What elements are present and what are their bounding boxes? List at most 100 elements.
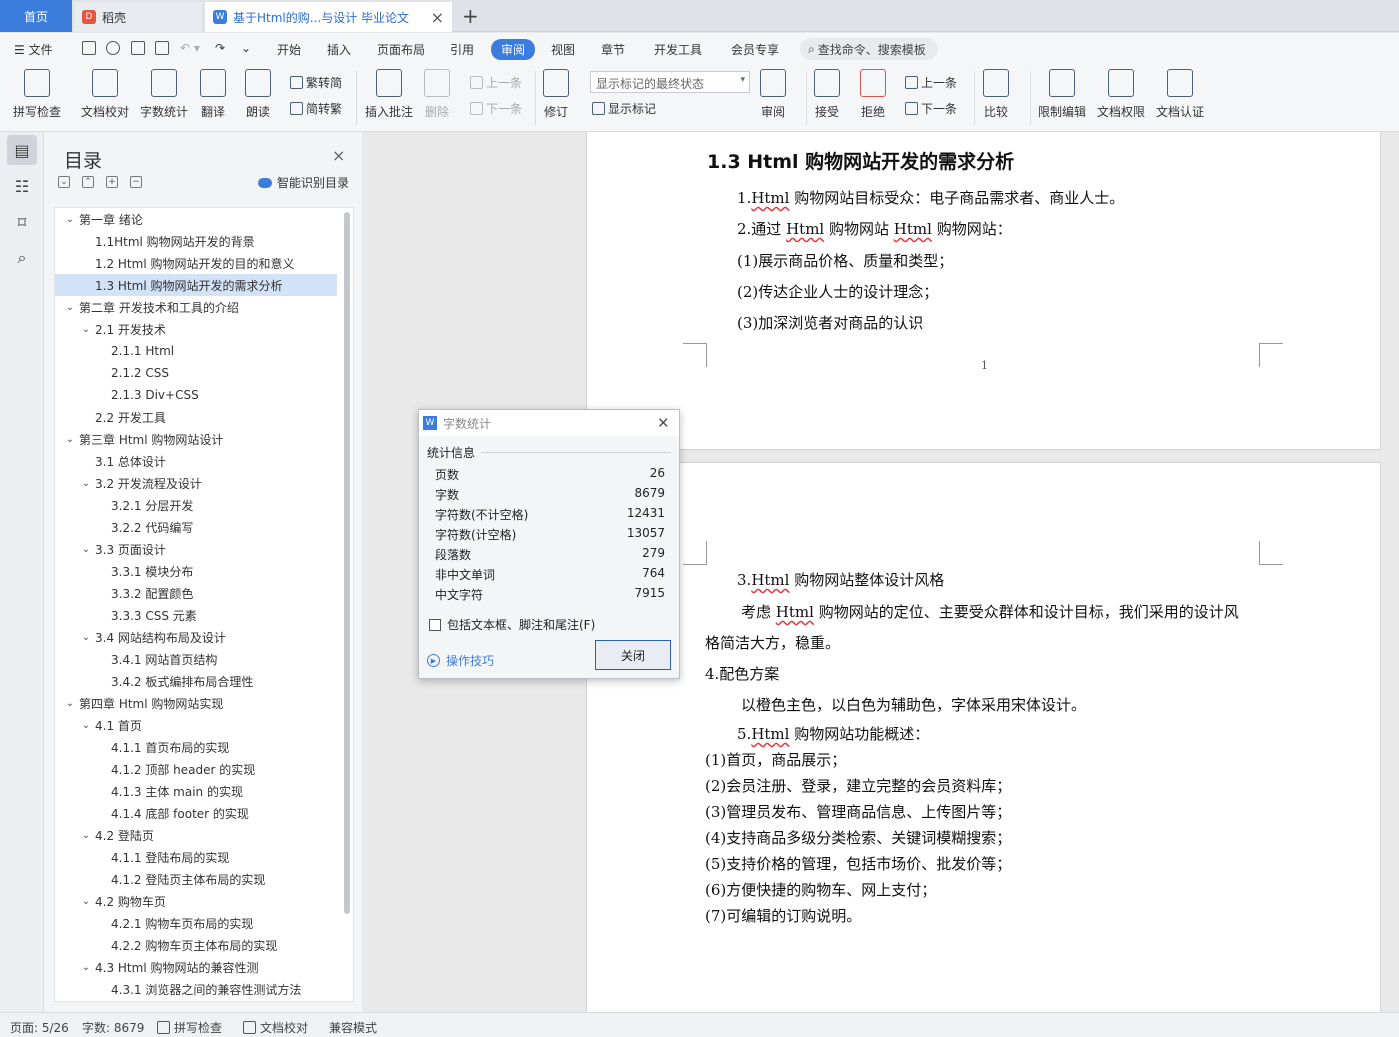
simp-to-trad-button[interactable]: 简转繁 <box>290 100 342 117</box>
dialog-title-bar[interactable]: W 字数统计 <box>419 410 679 436</box>
prev-comment-button[interactable]: 上一条 <box>470 74 522 91</box>
chevron-down-icon[interactable]: ⌄ <box>79 478 93 489</box>
word-count-indicator[interactable]: 字数: 8679 <box>82 1019 144 1036</box>
tab-document[interactable]: W 基于Html的购...与设计 毕业论文 × <box>205 2 452 32</box>
toc-item[interactable]: 3.1 总体设计 <box>55 450 337 472</box>
export-icon[interactable] <box>106 41 120 55</box>
toc-item[interactable]: 3.3.1 模块分布 <box>55 560 337 582</box>
smart-toc-button[interactable]: 智能识别目录 <box>258 174 349 191</box>
menu-reference[interactable]: 引用 <box>450 41 474 58</box>
tab-close-icon[interactable]: × <box>431 8 444 27</box>
toc-item[interactable]: ⌄ 第二章 开发技术和工具的介绍 <box>55 296 337 318</box>
next-comment-button[interactable]: 下一条 <box>470 100 522 117</box>
chevron-down-icon[interactable]: ⌄ <box>63 214 77 225</box>
menu-review[interactable]: 审阅 <box>491 39 536 60</box>
close-icon[interactable]: ✕ <box>657 414 670 432</box>
prev-change-button[interactable]: 上一条 <box>905 74 957 91</box>
toc-item[interactable]: ⌄ 3.4 网站结构布局及设计 <box>55 626 337 648</box>
word-count-button[interactable]: 字数统计 <box>140 69 188 120</box>
proofread-status[interactable]: 文档校对 <box>243 1019 308 1036</box>
toc-item[interactable]: 3.2.1 分层开发 <box>55 494 337 516</box>
next-change-button[interactable]: 下一条 <box>905 100 957 117</box>
toc-item[interactable]: ⌄ 4.2 购物车页 <box>55 890 337 912</box>
spelling-flag[interactable]: Html <box>894 220 932 238</box>
include-textbox-checkbox[interactable]: 包括文本框、脚注和尾注(F) <box>429 616 595 633</box>
chevron-down-icon[interactable]: ⌄ <box>79 324 93 335</box>
toc-item[interactable]: 1.1Html 购物网站开发的背景 <box>55 230 337 252</box>
toc-item[interactable]: 1.2 Html 购物网站开发的目的和意义 <box>55 252 337 274</box>
translate-button[interactable]: 翻译 <box>200 69 226 120</box>
collapse-all-icon[interactable]: ⌄ <box>58 176 70 188</box>
navigation-icon[interactable]: ☷ <box>7 171 37 201</box>
save-icon[interactable] <box>82 41 96 55</box>
toc-item[interactable]: 2.1.2 CSS <box>55 362 337 384</box>
toc-item[interactable]: ⌄ 第四章 Html 购物网站实现 <box>55 692 337 714</box>
bookmark-icon[interactable]: ⌑ <box>7 207 37 237</box>
chevron-down-icon[interactable]: ⌄ <box>79 896 93 907</box>
new-tab-button[interactable]: + <box>462 4 479 28</box>
insert-comment-button[interactable]: 插入批注 <box>365 69 413 120</box>
toc-item[interactable]: 3.4.2 板式编排布局合理性 <box>55 670 337 692</box>
restrict-editing-button[interactable]: 限制编辑 <box>1038 69 1086 120</box>
toc-panel-icon[interactable]: ▤ <box>7 135 37 165</box>
add-heading-icon[interactable]: + <box>106 176 118 188</box>
chevron-down-icon[interactable]: ⌄ <box>79 632 93 643</box>
close-button[interactable]: 关闭 <box>595 640 671 670</box>
reject-button[interactable]: 拒绝 <box>860 69 886 120</box>
toc-item[interactable]: 4.1.1 首页布局的实现 <box>55 736 337 758</box>
toc-item[interactable]: 3.2.2 代码编写 <box>55 516 337 538</box>
doc-certify-button[interactable]: 文档认证 <box>1156 69 1204 120</box>
toc-item[interactable]: 4.2.1 购物车页布局的实现 <box>55 912 337 934</box>
document-page[interactable]: 3.Html 购物网站整体设计风格 考虑 Html 购物网站的定位、主要受众群体… <box>586 462 1381 1012</box>
chevron-down-icon[interactable]: ⌄ <box>79 544 93 555</box>
toc-item[interactable]: ⌄ 3.3 页面设计 <box>55 538 337 560</box>
show-markup-button[interactable]: 显示标记 <box>592 100 656 117</box>
toc-item[interactable]: 2.1.1 Html <box>55 340 337 362</box>
menu-start[interactable]: 开始 <box>277 41 301 58</box>
toc-item[interactable]: 4.1.3 主体 main 的实现 <box>55 780 337 802</box>
tips-link[interactable]: ▶ 操作技巧 <box>427 652 494 669</box>
preview-icon[interactable] <box>155 41 169 55</box>
menu-insert[interactable]: 插入 <box>327 41 351 58</box>
checkbox-box[interactable] <box>429 618 441 631</box>
spelling-flag[interactable]: Html <box>751 725 789 743</box>
toc-item[interactable]: 4.2.2 购物车页主体布局的实现 <box>55 934 337 956</box>
tab-daoke[interactable]: D 稻壳 <box>74 2 202 32</box>
menu-view[interactable]: 视图 <box>551 41 575 58</box>
menu-member[interactable]: 会员专享 <box>731 41 779 58</box>
compare-button[interactable]: 比较 <box>983 69 1009 120</box>
accept-button[interactable]: 接受 <box>814 69 840 120</box>
toc-item[interactable]: 3.3.3 CSS 元素 <box>55 604 337 626</box>
remove-heading-icon[interactable]: − <box>130 176 142 188</box>
tab-home[interactable]: 首页 <box>0 0 72 32</box>
menu-layout[interactable]: 页面布局 <box>377 41 425 58</box>
file-menu[interactable]: ☰ 文件 <box>14 41 53 58</box>
toc-item[interactable]: 3.4.1 网站首页结构 <box>55 648 337 670</box>
chevron-down-icon[interactable]: ⌄ <box>79 830 93 841</box>
spelling-flag[interactable]: Html <box>786 220 824 238</box>
toc-item[interactable]: 4.1.4 底部 footer 的实现 <box>55 802 337 824</box>
toc-scrollbar[interactable] <box>344 212 350 914</box>
markup-mode-select[interactable]: 显示标记的最终状态 ▾ <box>590 71 750 93</box>
toc-item[interactable]: ⌄ 4.2 登陆页 <box>55 824 337 846</box>
toc-item[interactable]: 3.3.2 配置颜色 <box>55 582 337 604</box>
toc-item[interactable]: 4.1.2 顶部 header 的实现 <box>55 758 337 780</box>
toc-item[interactable]: 4.3.1 浏览器之间的兼容性测试方法 <box>55 978 337 1000</box>
expand-level-icon[interactable]: ⌃ <box>82 176 94 188</box>
toc-item[interactable]: 2.1.3 Div+CSS <box>55 384 337 406</box>
undo-icon[interactable]: ↶ ▾ <box>180 41 200 55</box>
read-aloud-button[interactable]: 朗读 <box>245 69 271 120</box>
qat-more-icon[interactable]: ⌄ <box>241 41 251 55</box>
command-search[interactable]: ⌕ 查找命令、搜索模板 <box>800 38 938 60</box>
menu-devtools[interactable]: 开发工具 <box>654 41 702 58</box>
proofread-button[interactable]: 文档校对 <box>81 69 129 120</box>
review-pane-button[interactable]: 审阅 <box>760 69 786 120</box>
chevron-down-icon[interactable]: ⌄ <box>63 434 77 445</box>
toc-item[interactable]: ⌄ 3.2 开发流程及设计 <box>55 472 337 494</box>
spelling-flag[interactable]: Html <box>751 571 789 589</box>
spell-check-button[interactable]: 拼写检查 <box>13 69 61 120</box>
redo-icon[interactable]: ↷ <box>215 41 225 55</box>
close-icon[interactable]: × <box>332 146 345 165</box>
chevron-down-icon[interactable]: ⌄ <box>79 720 93 731</box>
chevron-down-icon[interactable]: ⌄ <box>79 962 93 973</box>
